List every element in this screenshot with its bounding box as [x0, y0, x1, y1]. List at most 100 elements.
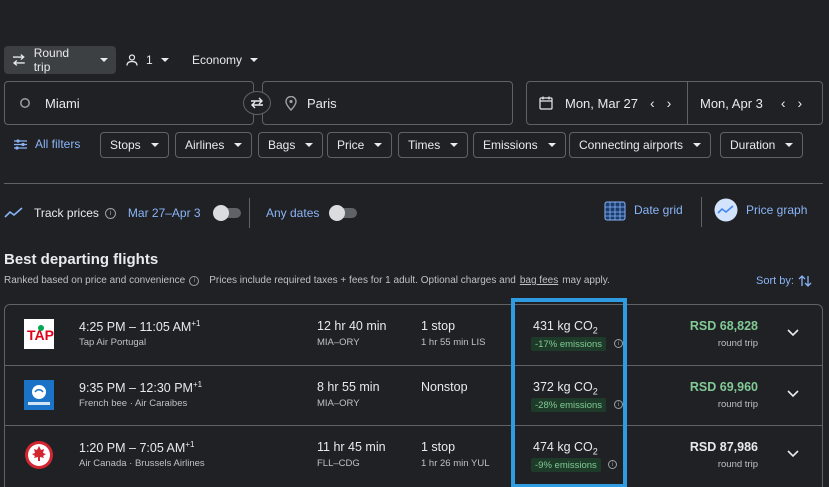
date-picker[interactable]: Mon, Mar 27 ‹ › Mon, Apr 3 ‹ ›	[526, 81, 823, 125]
cabin-class-select[interactable]: Economy	[192, 46, 259, 74]
price-type: round trip	[717, 399, 758, 410]
chevron-down-icon	[305, 143, 314, 147]
swap-arrows-icon	[12, 54, 25, 66]
filter-sliders-icon	[14, 138, 27, 150]
all-filters-label: All filters	[35, 137, 81, 151]
price-graph-icon	[714, 198, 738, 222]
origin-circle-icon	[20, 98, 30, 108]
sort-icon	[798, 275, 812, 287]
track-range-toggle[interactable]	[212, 205, 243, 221]
flight-layover: 1 hr 26 min YUL	[421, 458, 490, 469]
filter-price[interactable]: Price	[327, 132, 393, 158]
airline-name: Air Canada · Brussels Airlines	[79, 458, 205, 469]
chevron-down-icon	[693, 143, 702, 147]
price-type: round trip	[717, 338, 758, 349]
depart-date-field[interactable]: Mon, Mar 27 ‹ ›	[527, 82, 687, 124]
trip-type-select[interactable]: Round trip	[4, 46, 116, 74]
flight-row[interactable]: 1:20 PM – 7:05 AM+1 Air Canada · Brussel…	[5, 425, 822, 485]
info-icon[interactable]: i	[189, 275, 200, 286]
date-grid-button[interactable]: Date grid	[604, 199, 683, 221]
flight-times: 1:20 PM – 7:05 AM+1	[79, 440, 195, 456]
person-icon	[126, 54, 138, 66]
flight-duration: 8 hr 55 min	[317, 380, 380, 394]
filter-connecting-airports[interactable]: Connecting airports	[569, 132, 712, 158]
flight-stops: 1 stop	[421, 319, 456, 333]
chevron-down-icon[interactable]	[786, 386, 800, 400]
airline-name: Tap Air Portugal	[79, 337, 147, 348]
calendar-grid-icon	[604, 201, 626, 221]
flight-stops: 1 stop	[421, 440, 456, 454]
next-date-icon[interactable]: ›	[798, 95, 803, 111]
flight-times: 4:25 PM – 11:05 AM+1	[79, 319, 201, 335]
passengers-select[interactable]: 1	[126, 46, 169, 74]
destination-value: Paris	[307, 95, 337, 111]
flight-row[interactable]: TAP 4:25 PM – 11:05 AM+1 Tap Air Portuga…	[5, 305, 822, 365]
location-pin-icon	[285, 95, 297, 111]
bag-fees-link[interactable]: bag fees	[520, 275, 558, 286]
track-prices: Track prices i Mar 27–Apr 3	[4, 200, 243, 226]
flight-duration: 12 hr 40 min	[317, 319, 387, 333]
filter-chip-label: Duration	[730, 138, 776, 152]
results-note: Ranked based on price and convenience i …	[4, 275, 610, 286]
prev-date-icon[interactable]: ‹	[650, 95, 655, 111]
filter-duration[interactable]: Duration	[720, 132, 804, 158]
track-divider	[249, 198, 250, 228]
any-dates-toggle[interactable]	[329, 205, 359, 221]
return-date-field[interactable]: Mon, Apr 3 ‹ ›	[688, 82, 812, 124]
chevron-down-icon[interactable]	[786, 446, 800, 460]
page-title: Best departing flights	[4, 251, 159, 268]
tap-air-portugal-logo-icon: TAP	[24, 319, 54, 349]
chevron-down-icon	[160, 58, 169, 62]
any-dates: Any dates	[266, 200, 359, 226]
prices-note: Prices include required taxes + fees for…	[209, 275, 516, 286]
info-icon[interactable]: i	[104, 207, 116, 219]
prices-note-end: may apply.	[562, 275, 610, 286]
chevron-down-icon	[250, 58, 259, 62]
filter-chip-label: Airlines	[185, 138, 225, 152]
filter-chip-label: Stops	[110, 138, 141, 152]
chevron-down-icon	[547, 143, 556, 147]
date-grid-label: Date grid	[634, 203, 683, 217]
filter-times[interactable]: Times	[398, 132, 469, 158]
all-filters-button[interactable]: All filters	[14, 137, 80, 151]
flight-layover: 1 hr 55 min LIS	[421, 337, 486, 348]
chevron-down-icon	[450, 143, 459, 147]
chevron-down-icon	[374, 143, 383, 147]
filter-chip-label: Emissions	[483, 138, 538, 152]
depart-date-value: Mon, Mar 27	[565, 95, 638, 111]
section-divider	[4, 183, 823, 184]
chevron-down-icon[interactable]	[786, 325, 800, 339]
flight-row[interactable]: 9:35 PM – 12:30 PM+1 French bee · Air Ca…	[5, 365, 822, 425]
cabin-class-label: Economy	[192, 53, 243, 67]
filter-chip-label: Times	[408, 138, 441, 152]
calendar-icon	[539, 96, 553, 110]
flight-price: RSD 87,986	[689, 440, 758, 454]
origin-input[interactable]: Miami	[4, 81, 254, 125]
flight-duration: 11 hr 45 min	[317, 440, 386, 454]
price-graph-label: Price graph	[746, 203, 808, 217]
filter-chip-label: Bags	[268, 138, 296, 152]
return-date-value: Mon, Apr 3	[700, 95, 763, 111]
flight-route: MIA–ORY	[317, 398, 360, 409]
trend-line-icon	[4, 207, 23, 218]
sort-by-button[interactable]: Sort by:	[756, 274, 812, 288]
flight-stops: Nonstop	[421, 380, 468, 394]
destination-input[interactable]: Paris	[262, 81, 513, 125]
swap-locations-button[interactable]	[243, 91, 271, 115]
filter-airlines[interactable]: Airlines	[175, 132, 253, 158]
trip-type-label: Round trip	[33, 46, 70, 74]
flight-times: 9:35 PM – 12:30 PM+1	[79, 380, 203, 396]
price-graph-button[interactable]: Price graph	[714, 198, 807, 222]
next-date-icon[interactable]: ›	[667, 95, 672, 111]
flight-price: RSD 68,828	[689, 319, 758, 333]
swap-icon	[251, 97, 263, 109]
sort-by-label: Sort by:	[756, 275, 794, 287]
airline-name: French bee · Air Caraibes	[79, 398, 188, 409]
filter-bags[interactable]: Bags	[258, 132, 324, 158]
chevron-down-icon	[150, 143, 159, 147]
price-type: round trip	[717, 459, 758, 470]
prev-date-icon[interactable]: ‹	[781, 95, 786, 111]
filter-emissions[interactable]: Emissions	[473, 132, 566, 158]
filter-stops[interactable]: Stops	[100, 132, 169, 158]
flight-route: FLL–CDG	[317, 458, 360, 469]
